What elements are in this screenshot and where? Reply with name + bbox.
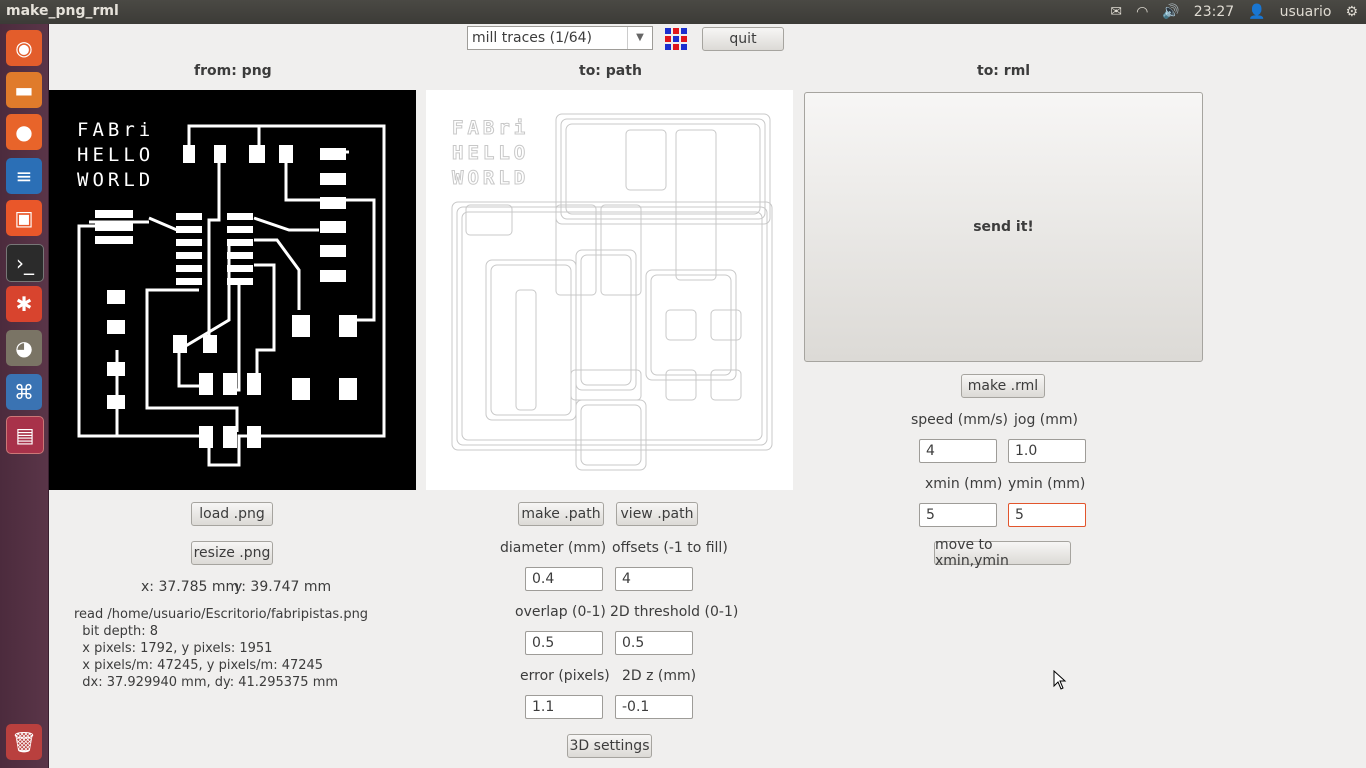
offsets-label: offsets (-1 to fill) (612, 540, 728, 556)
user-icon: 👤 (1248, 4, 1266, 20)
threshold-field[interactable]: 0.5 (615, 631, 693, 655)
volume-icon[interactable]: 🔊 (1162, 4, 1179, 20)
mode-select[interactable]: mill traces (1/64) ▼ (467, 26, 653, 50)
app-window: mill traces (1/64) ▼ quit from: png to: … (49, 24, 1366, 768)
settings-gear-icon[interactable]: ⚙ (1345, 4, 1358, 20)
make-path-button[interactable]: make .path (518, 502, 604, 526)
send-it-label: send it! (973, 219, 1034, 235)
settings-3d-button[interactable]: 3D settings (567, 734, 652, 758)
chevron-down-icon[interactable]: ▼ (627, 27, 652, 49)
view-path-button[interactable]: view .path (616, 502, 698, 526)
mode-select-value: mill traces (1/64) (472, 30, 592, 46)
error-field[interactable]: 1.1 (525, 695, 603, 719)
wifi-icon[interactable]: ◠ (1136, 4, 1148, 20)
mouse-cursor-icon (1053, 669, 1067, 694)
path-preview: FABri HELLO WORLD (426, 90, 793, 490)
ymin-field[interactable]: 5 (1008, 503, 1086, 527)
window-title: make_png_rml (6, 3, 119, 19)
firefox-icon[interactable]: ● (6, 114, 42, 150)
ubuntu-home-icon[interactable]: ◉ (6, 30, 42, 66)
resize-png-button[interactable]: resize .png (191, 541, 273, 565)
python-icon[interactable]: ⌘ (6, 374, 42, 410)
move-to-xmin-ymin-button[interactable]: move to xmin,ymin (934, 537, 1071, 569)
pcb-traces-image (77, 124, 386, 467)
jog-field[interactable]: 1.0 (1008, 439, 1086, 463)
system-tray: ✉ ◠ 🔊 23:27 👤 usuario ⚙ (1110, 0, 1366, 24)
size-readout-x: x: 37.785 mm (141, 579, 240, 595)
speed-label: speed (mm/s) (911, 412, 1008, 428)
make-rml-button[interactable]: make .rml (961, 374, 1045, 398)
png-info-text: read /home/usuario/Escritorio/fabripista… (74, 607, 369, 690)
from-png-header: from: png (194, 63, 272, 79)
png-preview: FABri HELLO WORLD (49, 90, 416, 490)
overlap-label: overlap (0-1) (515, 604, 606, 620)
terminal-icon[interactable]: ›_ (6, 244, 44, 282)
to-path-header: to: path (579, 63, 642, 79)
launcher: ◉ ▬ ● ≡ ▣ ›_ ✱ ◕ ⌘ ▤ 🗑 (0, 24, 49, 768)
diameter-label: diameter (mm) (500, 540, 607, 556)
xmin-label: xmin (mm) (925, 476, 1003, 492)
gimp-icon[interactable]: ◕ (6, 330, 42, 366)
user-name[interactable]: usuario (1280, 4, 1332, 20)
color-grid-icon (665, 28, 687, 50)
window-icon[interactable]: ▤ (6, 416, 44, 454)
files-icon[interactable]: ▬ (6, 72, 42, 108)
z2d-field[interactable]: -0.1 (615, 695, 693, 719)
error-label: error (pixels) (520, 668, 610, 684)
speed-field[interactable]: 4 (919, 439, 997, 463)
writer-icon[interactable]: ≡ (6, 158, 42, 194)
offsets-field[interactable]: 4 (615, 567, 693, 591)
trash-icon[interactable]: 🗑 (6, 724, 42, 760)
z2d-label: 2D z (mm) (622, 668, 697, 684)
top-panel: make_png_rml ✉ ◠ 🔊 23:27 👤 usuario ⚙ (0, 0, 1366, 24)
clock[interactable]: 23:27 (1194, 4, 1234, 20)
overlap-field[interactable]: 0.5 (525, 631, 603, 655)
threshold-label: 2D threshold (0-1) (610, 604, 739, 620)
send-it-button[interactable]: send it! (804, 92, 1203, 362)
software-center-icon[interactable]: ▣ (6, 200, 42, 236)
to-rml-header: to: rml (977, 63, 1031, 79)
toolpath-image (451, 113, 773, 471)
system-settings-icon[interactable]: ✱ (6, 286, 42, 322)
quit-button[interactable]: quit (702, 27, 784, 51)
jog-label: jog (mm) (1014, 412, 1078, 428)
load-png-button[interactable]: load .png (191, 502, 273, 526)
xmin-field[interactable]: 5 (919, 503, 997, 527)
size-readout-y: y: 39.747 mm (234, 579, 332, 595)
ymin-label: ymin (mm) (1008, 476, 1086, 492)
diameter-field[interactable]: 0.4 (525, 567, 603, 591)
mail-icon[interactable]: ✉ (1110, 4, 1122, 20)
